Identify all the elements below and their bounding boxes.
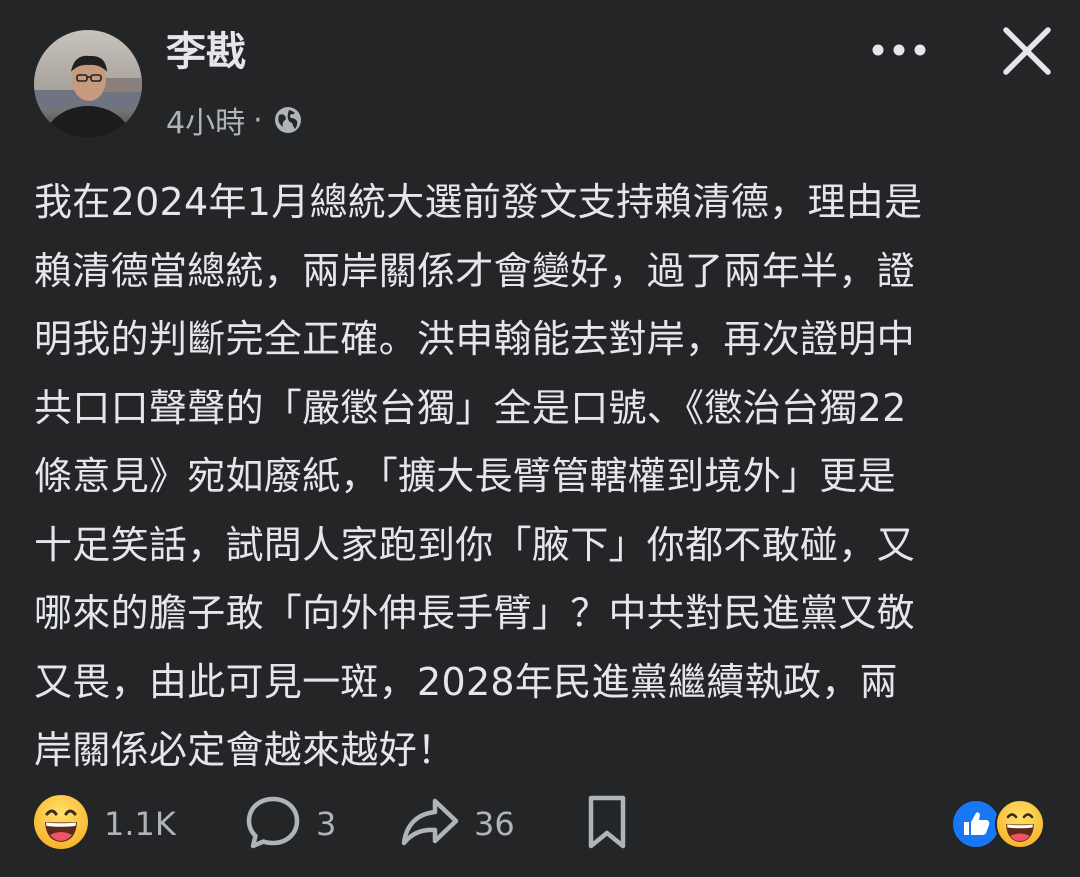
post-action-bar: 1.1K 3 36 [0, 786, 1080, 866]
haha-emoji-icon [32, 793, 90, 855]
avatar-photo [34, 30, 142, 138]
author-name[interactable]: 李戡 [166, 24, 246, 80]
post-text-line: 明我的判斷完全正確。洪申翰能去對岸，再次證明中 [34, 317, 915, 361]
post-text-line: 哪來的膽子敢「向外伸長手臂」？中共對民進黨又敬 [34, 591, 915, 635]
post-timestamp[interactable]: 4小時 [166, 98, 245, 142]
post-body: 我在2024年1月總統大選前發文支持賴清德，理由是 賴清德當總統，兩岸關係才會變… [34, 168, 1054, 785]
reaction-button[interactable]: 1.1K [32, 794, 176, 854]
post-text-line: 又畏，由此可見一斑，2028年民進黨繼續執政，兩 [34, 659, 898, 704]
post-header: 李戡 4小時 · [0, 0, 1080, 150]
globe-icon[interactable] [273, 105, 303, 135]
share-arrow-icon [400, 793, 460, 855]
post-text-line: 十足笑話，試問人家跑到你「腋下」你都不敢碰，又 [34, 522, 915, 567]
reaction-summary[interactable] [950, 798, 1050, 850]
haha-emoji-icon [995, 799, 1045, 849]
share-button[interactable]: 36 [400, 794, 515, 854]
author-avatar[interactable] [34, 30, 142, 138]
meta-separator: · [253, 102, 263, 138]
more-horizontal-icon[interactable] [866, 30, 932, 70]
post-text-line: 我在2024年1月總統大選前發文支持賴清德，理由是 [34, 180, 923, 224]
post-meta: 4小時 · [166, 98, 303, 142]
comment-bubble-icon [244, 793, 302, 855]
share-count: 36 [474, 805, 515, 843]
bookmark-icon [582, 793, 632, 855]
post-text-line: 岸關係必定會越來越好！ [34, 728, 456, 772]
reaction-count: 1.1K [104, 805, 176, 843]
post-text-line: 共口口聲聲的「嚴懲台獨」全是口號、《懲治台獨22 [34, 385, 907, 430]
post-text-line: 賴清德當總統，兩岸關係才會變好，過了兩年半，證 [34, 248, 915, 293]
post-text-line: 條意見》宛如廢紙，「擴大長臂管轄權到境外」更是 [34, 454, 896, 498]
comment-button[interactable]: 3 [244, 794, 336, 854]
comment-count: 3 [316, 805, 337, 843]
close-icon[interactable] [998, 22, 1056, 80]
save-button[interactable] [582, 794, 632, 854]
like-icon [951, 799, 1001, 849]
